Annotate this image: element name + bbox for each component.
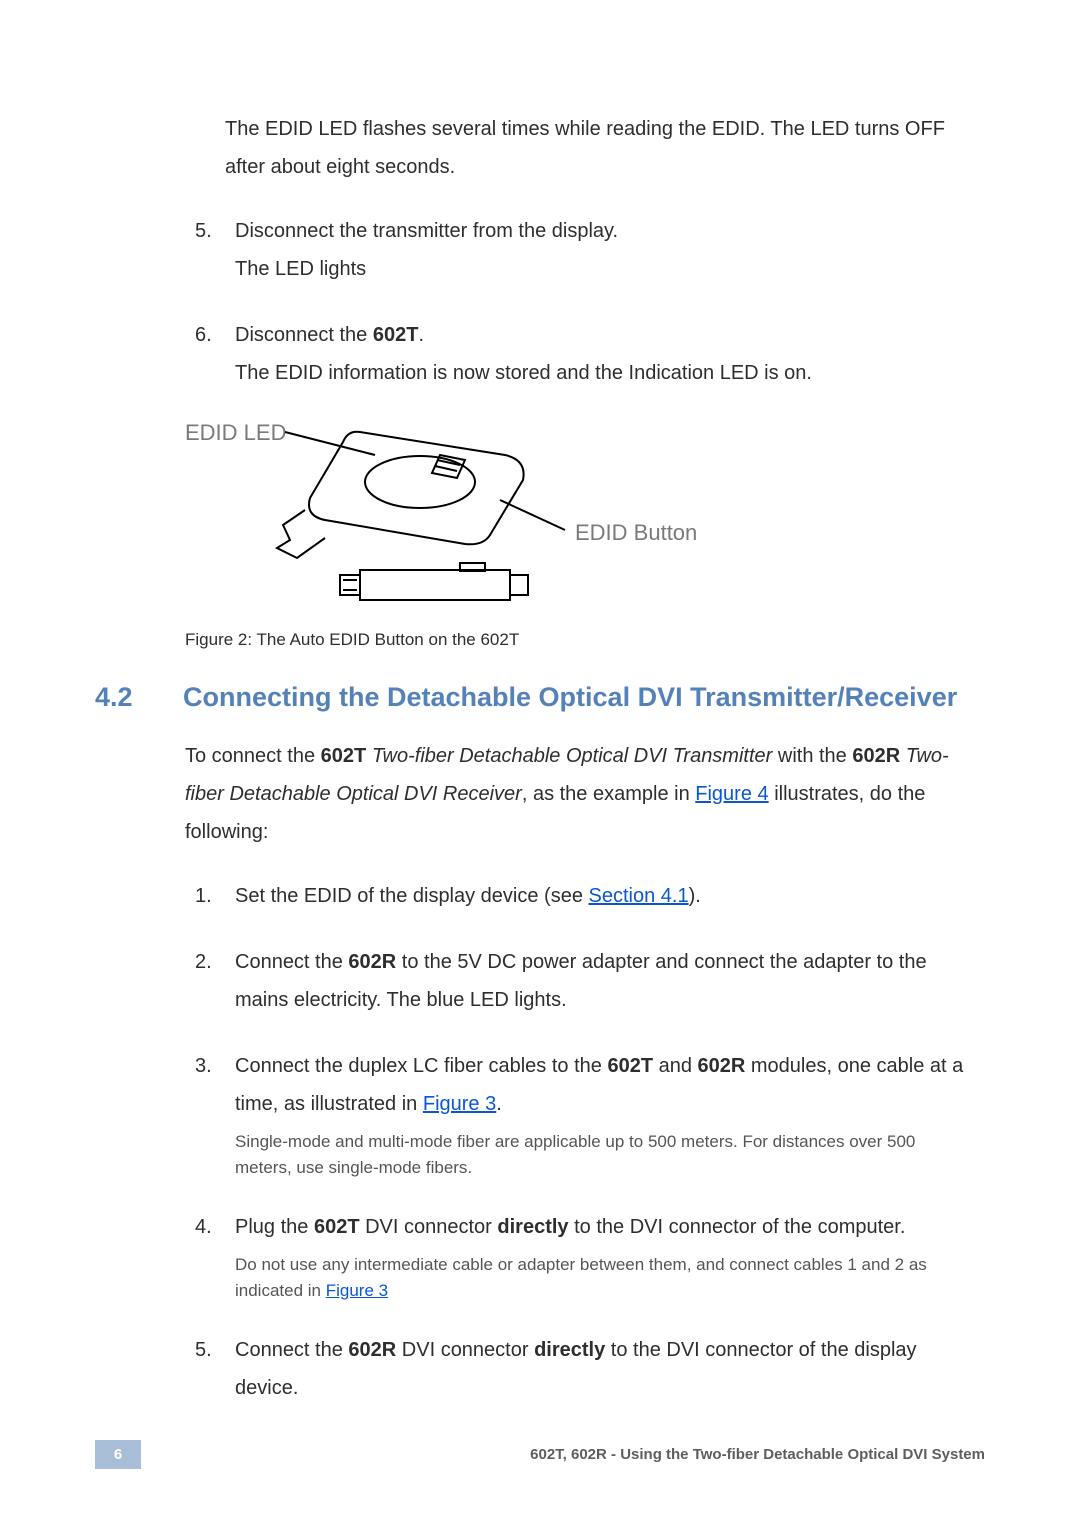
bold-text: 602R: [348, 1339, 396, 1361]
link-section-4-1[interactable]: Section 4.1: [589, 885, 689, 907]
text: with the: [772, 745, 852, 767]
bold-text: 602R: [852, 745, 900, 767]
list-text: and: [653, 1055, 697, 1077]
bold-text: 602T: [607, 1055, 653, 1077]
bold-text: 602T: [373, 324, 419, 346]
bold-text: directly: [534, 1339, 605, 1361]
device-illustration: [265, 420, 585, 615]
list-text: Set the EDID of the display device (see: [235, 885, 589, 907]
section-body: To connect the 602T Two-fiber Detachable…: [185, 737, 975, 1407]
page: The EDID LED flashes several times while…: [0, 0, 1080, 1533]
list-text: Connect the: [235, 951, 348, 973]
list-text: The EDID information is now stored and t…: [235, 362, 812, 384]
note-text: Do not use any intermediate cable or ada…: [235, 1252, 975, 1303]
list-number: 3.: [195, 1047, 212, 1085]
figure-2: EDID LED EDID Button: [185, 420, 975, 620]
text: To connect the: [185, 745, 321, 767]
list-item: 5. Disconnect the transmitter from the d…: [185, 212, 975, 288]
figure-caption: Figure 2: The Auto EDID Button on the 60…: [185, 630, 975, 650]
list-text: Connect the duplex LC fiber cables to th…: [235, 1055, 607, 1077]
section-number: 4.2: [95, 680, 183, 713]
bold-text: 602T: [321, 745, 367, 767]
list-number: 4.: [195, 1208, 212, 1246]
list-text: .: [496, 1093, 502, 1115]
list-number: 5.: [195, 212, 212, 250]
page-number-badge: 6: [95, 1440, 141, 1469]
list-text: to the DVI connector of the computer.: [569, 1216, 906, 1238]
list-item: 4. Plug the 602T DVI connector directly …: [185, 1208, 975, 1303]
link-figure-4[interactable]: Figure 4: [695, 783, 768, 805]
paragraph: To connect the 602T Two-fiber Detachable…: [185, 737, 975, 851]
bold-text: directly: [497, 1216, 568, 1238]
main-content: The EDID LED flashes several times while…: [185, 110, 975, 650]
link-figure-3[interactable]: Figure 3: [423, 1093, 496, 1115]
list-text: DVI connector: [396, 1339, 534, 1361]
list-number: 2.: [195, 943, 212, 981]
italic-text: Two-fiber Detachable Optical DVI Transmi…: [372, 745, 773, 767]
bold-text: 602T: [314, 1216, 360, 1238]
figure-label-edid-button: EDID Button: [575, 520, 697, 546]
list-text: ).: [689, 885, 701, 907]
section-title: Connecting the Detachable Optical DVI Tr…: [183, 680, 957, 715]
list-text: Plug the: [235, 1216, 314, 1238]
list-text: .: [418, 324, 424, 346]
note-text: Single-mode and multi-mode fiber are app…: [235, 1129, 975, 1180]
section-heading-4-2: 4.2 Connecting the Detachable Optical DV…: [95, 680, 985, 715]
list-number: 6.: [195, 316, 212, 354]
list-item: 1. Set the EDID of the display device (s…: [185, 877, 975, 915]
list-number: 1.: [195, 877, 212, 915]
link-figure-3[interactable]: Figure 3: [326, 1281, 388, 1300]
bold-text: 602R: [698, 1055, 746, 1077]
list-item: 5. Connect the 602R DVI connector direct…: [185, 1331, 975, 1407]
bold-text: 602R: [348, 951, 396, 973]
list-number: 5.: [195, 1331, 212, 1369]
list-text: Disconnect the transmitter from the disp…: [235, 220, 618, 242]
page-footer: 6 602T, 602R - Using the Two-fiber Detac…: [95, 1440, 985, 1469]
intro-paragraph: The EDID LED flashes several times while…: [225, 110, 975, 186]
list-text: Connect the: [235, 1339, 348, 1361]
list-item: 3. Connect the duplex LC fiber cables to…: [185, 1047, 975, 1180]
ordered-list-a: 5. Disconnect the transmitter from the d…: [185, 212, 975, 392]
text: , as the example in: [522, 783, 695, 805]
list-text: The LED lights: [235, 258, 366, 280]
list-item: 6. Disconnect the 602T. The EDID informa…: [185, 316, 975, 392]
footer-title: 602T, 602R - Using the Two-fiber Detacha…: [530, 1446, 985, 1463]
list-item: 2. Connect the 602R to the 5V DC power a…: [185, 943, 975, 1019]
ordered-list-b: 1. Set the EDID of the display device (s…: [185, 877, 975, 1407]
list-text: Disconnect the: [235, 324, 373, 346]
list-text: DVI connector: [360, 1216, 498, 1238]
